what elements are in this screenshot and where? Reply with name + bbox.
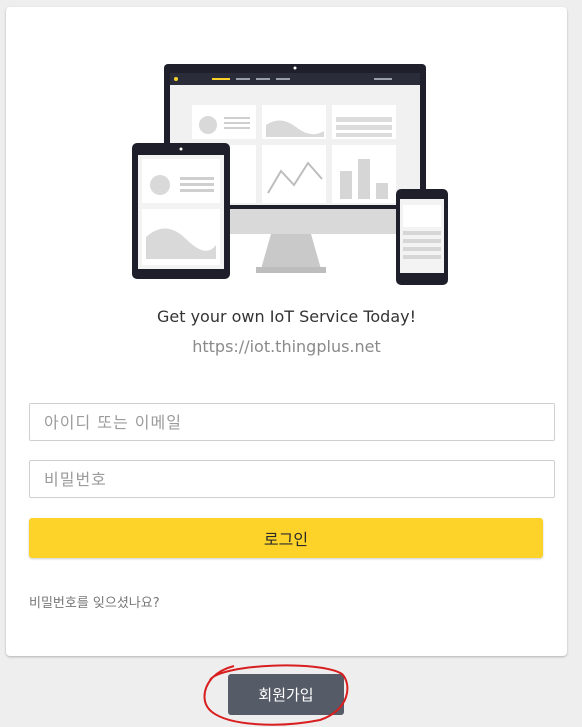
forgot-password-link[interactable]: 비밀번호를 잊으셨나요? — [29, 592, 160, 611]
password-input[interactable] — [29, 460, 555, 498]
signup-button[interactable]: 회원가입 — [228, 674, 344, 715]
devices-illustration — [132, 64, 448, 285]
login-button[interactable]: 로그인 — [29, 518, 543, 558]
login-card: Get your own IoT Service Today! https://… — [6, 7, 567, 656]
id-email-input[interactable] — [29, 403, 555, 441]
hero-tagline: Get your own IoT Service Today! — [156, 307, 417, 326]
service-url: https://iot.thingplus.net — [192, 337, 381, 356]
